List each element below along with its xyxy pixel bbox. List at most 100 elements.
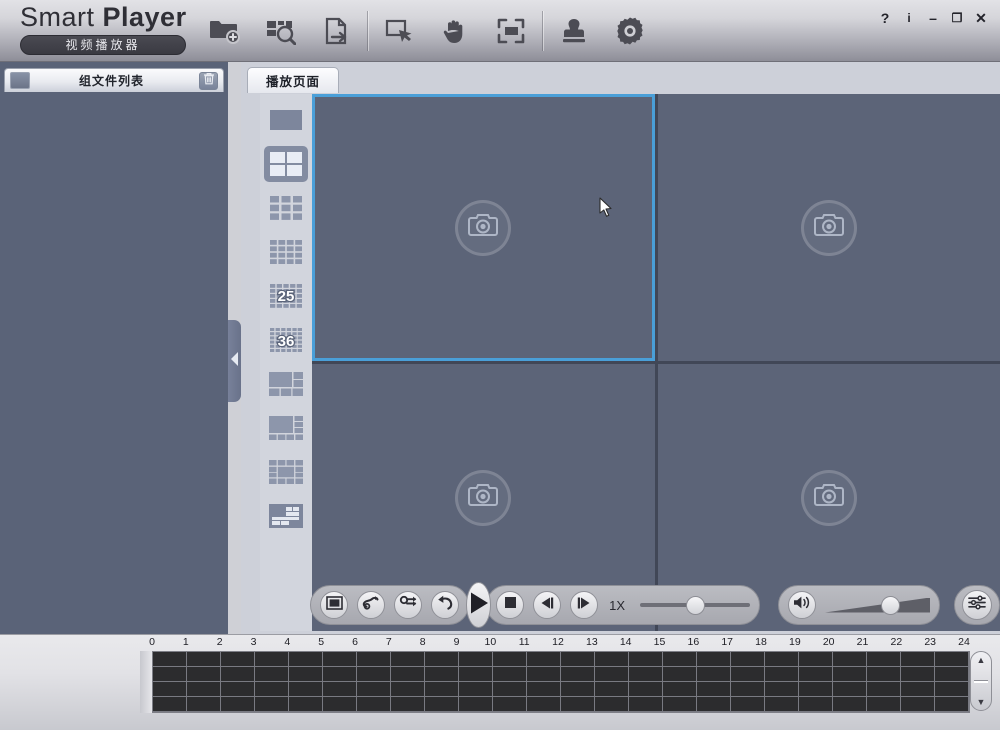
timeline-cell[interactable] [323, 682, 357, 697]
timeline-cell[interactable] [561, 667, 595, 682]
timeline-cell[interactable] [697, 697, 731, 712]
timeline-cell[interactable] [901, 652, 935, 667]
play-button[interactable] [466, 582, 492, 628]
tab-playback-page[interactable]: 播放页面 [247, 67, 339, 93]
layout-button-16[interactable] [264, 234, 308, 270]
timeline-cell[interactable] [289, 652, 323, 667]
timeline-cell[interactable] [833, 667, 867, 682]
folder-add-button[interactable] [196, 6, 252, 56]
timeline-cell[interactable] [493, 652, 527, 667]
timeline-cell[interactable] [867, 682, 901, 697]
timeline-cell[interactable] [595, 667, 629, 682]
layout-editor-button[interactable] [264, 498, 308, 534]
speed-slider[interactable] [640, 591, 750, 619]
timeline-cell[interactable] [323, 667, 357, 682]
file-export-button[interactable] [308, 6, 364, 56]
timeline-cell[interactable] [425, 667, 459, 682]
timeline-cell[interactable] [391, 697, 425, 712]
info-button[interactable]: i [898, 8, 920, 28]
select-pointer-button[interactable] [371, 6, 427, 56]
timeline-cell[interactable] [221, 697, 255, 712]
timeline-cell[interactable] [459, 667, 493, 682]
scroll-down-arrow-icon[interactable]: ▼ [977, 697, 986, 707]
sync-playback-button[interactable] [394, 591, 422, 619]
video-cell-2[interactable] [657, 94, 1000, 361]
timeline-cell[interactable] [255, 697, 289, 712]
timeline-cell[interactable] [765, 652, 799, 667]
scroll-thumb[interactable] [974, 679, 988, 683]
timeline-cell[interactable] [425, 652, 459, 667]
timeline-cell[interactable] [323, 652, 357, 667]
volume-button[interactable] [788, 591, 816, 619]
timeline-cell[interactable] [799, 682, 833, 697]
fullscreen-button[interactable] [483, 6, 539, 56]
timeline-cell[interactable] [493, 697, 527, 712]
frame-back-button[interactable] [533, 591, 562, 619]
video-cell-1[interactable] [312, 94, 655, 361]
timeline-cell[interactable] [629, 652, 663, 667]
frame-forward-button[interactable] [570, 591, 599, 619]
timeline-cell[interactable] [561, 682, 595, 697]
timeline-cell[interactable] [901, 667, 935, 682]
volume-slider-thumb[interactable] [881, 595, 901, 615]
timeline-cell[interactable] [153, 667, 187, 682]
timeline-vertical-scrollbar[interactable]: ▲ ▼ [970, 651, 992, 711]
minimize-button[interactable]: – [922, 8, 944, 28]
timeline-cell[interactable] [867, 652, 901, 667]
timeline-cell[interactable] [425, 697, 459, 712]
timeline-cell[interactable] [221, 682, 255, 697]
maximize-button[interactable]: ❐ [946, 8, 968, 28]
timeline-cell[interactable] [663, 682, 697, 697]
timeline-cell[interactable] [391, 652, 425, 667]
timeline-cell[interactable] [935, 667, 969, 682]
timeline-cell[interactable] [731, 682, 765, 697]
timeline-cell[interactable] [663, 697, 697, 712]
layout-button-4[interactable] [264, 146, 308, 182]
timeline-cell[interactable] [493, 667, 527, 682]
layout-button-9[interactable] [264, 190, 308, 226]
timeline-cell[interactable] [459, 682, 493, 697]
timeline-cell[interactable] [221, 667, 255, 682]
timeline-cell[interactable] [357, 697, 391, 712]
equalizer-button[interactable] [962, 590, 992, 620]
volume-slider[interactable] [825, 591, 930, 619]
timeline-cell[interactable] [527, 667, 561, 682]
timeline-cell[interactable] [697, 682, 731, 697]
timeline-cell[interactable] [867, 697, 901, 712]
timeline-cell[interactable] [425, 682, 459, 697]
timeline-cell[interactable] [901, 697, 935, 712]
timeline-cell[interactable] [833, 697, 867, 712]
timeline-cell[interactable] [765, 667, 799, 682]
delete-group-button[interactable] [199, 71, 218, 90]
timeline-cell[interactable] [255, 682, 289, 697]
timeline-cell[interactable] [867, 667, 901, 682]
timeline-cell[interactable] [187, 682, 221, 697]
timeline-cell[interactable] [561, 652, 595, 667]
screen-select-button[interactable] [320, 591, 348, 619]
timeline-cell[interactable] [731, 697, 765, 712]
timeline-cell[interactable] [799, 667, 833, 682]
layout-button-13-custom[interactable] [264, 454, 308, 490]
timeline-cell[interactable] [391, 667, 425, 682]
timeline-cell[interactable] [561, 697, 595, 712]
timeline-cell[interactable] [799, 652, 833, 667]
timeline-cell[interactable] [629, 667, 663, 682]
timeline-cell[interactable] [289, 667, 323, 682]
timeline-cell[interactable] [629, 682, 663, 697]
timeline-cell[interactable] [255, 667, 289, 682]
timeline-cell[interactable] [527, 652, 561, 667]
timeline-cell[interactable] [595, 652, 629, 667]
timeline-cell[interactable] [527, 697, 561, 712]
layout-button-1[interactable] [264, 102, 308, 138]
loop-playback-button[interactable] [357, 591, 385, 619]
layout-button-8-custom[interactable] [264, 410, 308, 446]
timeline-cell[interactable] [935, 682, 969, 697]
layout-button-36[interactable]: 36 [264, 322, 308, 358]
stamp-button[interactable] [546, 6, 602, 56]
timeline-cell[interactable] [255, 652, 289, 667]
settings-button[interactable] [602, 6, 658, 56]
timeline-cell[interactable] [153, 652, 187, 667]
timeline-cell[interactable] [731, 652, 765, 667]
timeline-grid[interactable] [152, 651, 970, 713]
timeline-cell[interactable] [289, 697, 323, 712]
